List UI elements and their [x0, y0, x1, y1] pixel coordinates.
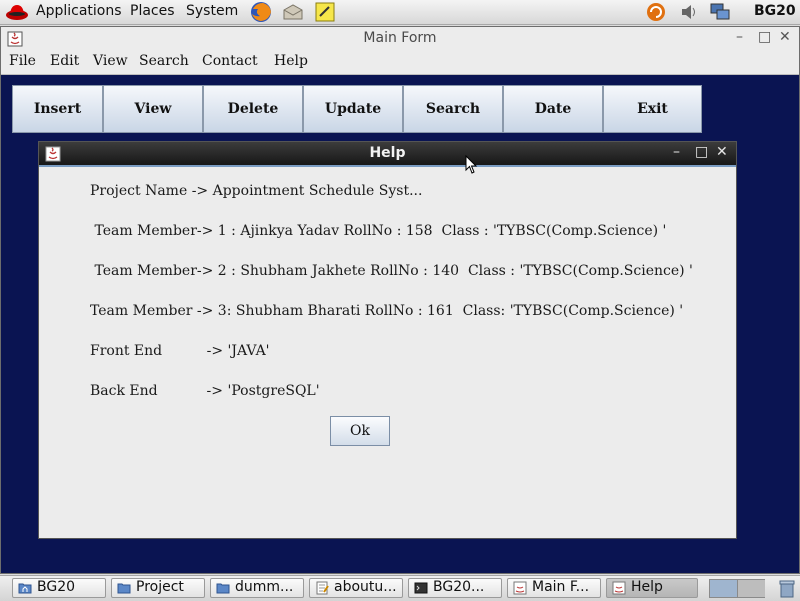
terminal-icon	[414, 582, 428, 594]
task-label: aboutu...	[334, 579, 397, 595]
main-form-title: Main Form	[363, 30, 437, 46]
exit-button[interactable]: Exit	[603, 85, 702, 133]
menu-file[interactable]: File	[9, 53, 36, 69]
workspace-1[interactable]	[710, 580, 738, 597]
task-project[interactable]: Project	[111, 578, 205, 598]
firefox-icon[interactable]	[250, 1, 272, 23]
team-member-3-text: Team Member -> 3: Shubham Bharati RollNo…	[90, 303, 684, 319]
menu-search[interactable]: Search	[139, 53, 189, 69]
hostname-label: BG20	[754, 3, 796, 19]
task-label: BG20	[37, 579, 76, 595]
workspace-2[interactable]	[738, 580, 765, 597]
help-dialog: Help – □ ✕ Project Name -> Appointment S…	[38, 141, 737, 539]
maximize-icon[interactable]: □	[695, 144, 708, 160]
menu-edit[interactable]: Edit	[50, 53, 79, 69]
home-folder-icon	[18, 583, 32, 594]
task-terminal[interactable]: BG20...	[408, 578, 502, 598]
search-button[interactable]: Search	[403, 85, 503, 133]
system-menu[interactable]: System	[186, 3, 238, 19]
task-label: dumm...	[235, 579, 294, 595]
menu-contact[interactable]: Contact	[202, 53, 258, 69]
maximize-icon[interactable]: □	[758, 29, 771, 45]
trash-icon[interactable]	[777, 579, 797, 598]
insert-button[interactable]: Insert	[12, 85, 103, 133]
project-name-text: Project Name -> Appointment Schedule Sys…	[90, 183, 423, 199]
mouse-cursor-icon	[465, 155, 478, 174]
places-menu[interactable]: Places	[130, 3, 175, 19]
date-button[interactable]: Date	[503, 85, 603, 133]
task-dummy[interactable]: dumm...	[210, 578, 304, 598]
help-dialog-title: Help	[369, 145, 406, 161]
mail-icon[interactable]	[282, 1, 304, 23]
back-end-text: Back End -> 'PostgreSQL'	[90, 383, 320, 399]
minimize-icon[interactable]: –	[673, 144, 680, 160]
folder-icon	[216, 583, 230, 594]
task-label: BG20...	[433, 579, 485, 595]
minimize-icon[interactable]: –	[736, 29, 743, 45]
main-form-titlebar[interactable]: Main Form – □ ✕	[1, 27, 799, 51]
team-member-1-text: Team Member-> 1 : Ajinkya Yadav RollNo :…	[90, 223, 667, 239]
view-button[interactable]: View	[103, 85, 203, 133]
top-panel: Applications Places System BG20	[0, 0, 800, 25]
menu-view[interactable]: View	[93, 53, 128, 69]
update-icon[interactable]	[646, 2, 666, 22]
task-help[interactable]: Help	[606, 578, 698, 598]
java-icon	[513, 581, 527, 595]
workspace-switcher[interactable]	[709, 579, 765, 598]
network-icon[interactable]	[709, 2, 731, 22]
task-label: Project	[136, 579, 184, 595]
task-bg20[interactable]: BG20	[12, 578, 106, 598]
task-main-form[interactable]: Main F...	[507, 578, 601, 598]
update-button[interactable]: Update	[303, 85, 403, 133]
applications-menu[interactable]: Applications	[36, 3, 122, 19]
team-member-2-text: Team Member-> 2 : Shubham Jakhete RollNo…	[90, 263, 693, 279]
folder-icon	[117, 583, 131, 594]
text-editor-icon	[316, 581, 329, 595]
volume-icon[interactable]	[680, 3, 700, 21]
task-label: Main F...	[532, 579, 590, 595]
main-menubar: File Edit View Search Contact Help	[1, 50, 799, 75]
close-icon[interactable]: ✕	[779, 29, 791, 45]
task-label: Help	[631, 579, 663, 595]
ok-button[interactable]: Ok	[330, 416, 390, 446]
delete-button[interactable]: Delete	[203, 85, 303, 133]
taskbar: BG20 Project dumm... aboutu... BG20... M…	[0, 575, 800, 601]
notes-icon[interactable]	[314, 1, 336, 23]
help-titlebar[interactable]: Help – □ ✕	[39, 142, 736, 167]
task-aboutus[interactable]: aboutu...	[309, 578, 403, 598]
redhat-icon[interactable]	[5, 2, 29, 22]
front-end-text: Front End -> 'JAVA'	[90, 343, 270, 359]
java-icon	[612, 581, 626, 595]
main-toolbar: Insert View Delete Update Search Date Ex…	[12, 85, 702, 133]
close-icon[interactable]: ✕	[716, 144, 728, 160]
menu-help[interactable]: Help	[274, 53, 308, 69]
